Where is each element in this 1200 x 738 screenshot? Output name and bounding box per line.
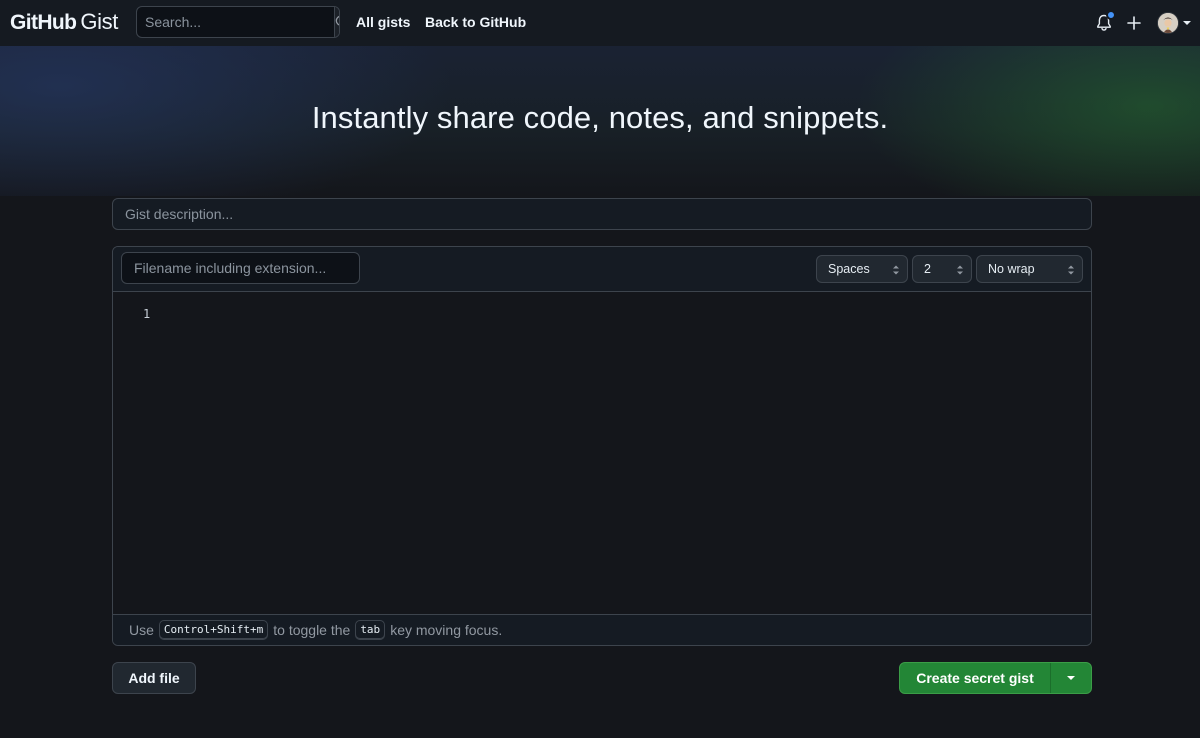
indent-size-select[interactable]: 2 <box>912 255 972 283</box>
tab-kbd: tab <box>355 620 386 640</box>
search-button[interactable] <box>334 7 339 37</box>
file-header: Spaces 2 No wrap <box>113 247 1091 292</box>
chevron-down-icon <box>1183 21 1191 25</box>
select-arrows-icon <box>1068 265 1074 275</box>
logo-gist-text: Gist <box>80 9 118 34</box>
filename-input[interactable] <box>121 252 360 284</box>
file-editor-box: Spaces 2 No wrap 1 Use Control+Shift+m <box>112 246 1092 646</box>
page-title: Instantly share code, notes, and snippet… <box>311 100 889 135</box>
github-gist-logo[interactable]: GitHub Gist <box>10 9 118 37</box>
avatar <box>1157 12 1179 34</box>
hint-prefix: Use <box>129 622 154 638</box>
hero-banner: Instantly share code, notes, and snippet… <box>0 46 1200 196</box>
shortcut-kbd: Control+Shift+m <box>158 620 269 640</box>
avatar-image <box>1158 13 1178 33</box>
wrap-mode-value: No wrap <box>988 262 1035 276</box>
editor-footer-hint: Use Control+Shift+m to toggle the tab ke… <box>113 614 1091 645</box>
gist-description-input[interactable] <box>112 198 1092 230</box>
create-secret-gist-button[interactable]: Create secret gist <box>900 663 1051 693</box>
nav-back-to-github[interactable]: Back to GitHub <box>425 14 526 30</box>
select-arrows-icon <box>957 265 963 275</box>
search-box <box>136 6 340 38</box>
create-gist-button-group: Create secret gist <box>899 662 1092 694</box>
hint-suffix: key moving focus. <box>390 622 503 638</box>
hint-middle: to toggle the <box>273 622 351 638</box>
search-icon <box>335 15 339 26</box>
user-menu-button[interactable] <box>1157 10 1197 36</box>
line-number: 1 <box>143 307 151 321</box>
create-options-dropdown-button[interactable] <box>1051 663 1091 693</box>
chevron-down-icon <box>1067 676 1075 680</box>
search-input[interactable] <box>137 7 334 37</box>
indent-mode-select[interactable]: Spaces <box>816 255 908 283</box>
add-file-button[interactable]: Add file <box>112 662 196 694</box>
plus-icon <box>1127 16 1141 30</box>
logo-github-text: GitHub <box>10 11 77 34</box>
select-arrows-icon <box>893 265 899 275</box>
top-navigation-bar: GitHub Gist All gists Back to GitHub <box>0 0 1200 46</box>
indent-mode-value: Spaces <box>828 262 870 276</box>
create-new-button[interactable] <box>1127 10 1147 36</box>
notification-indicator <box>1106 10 1116 20</box>
indent-size-value: 2 <box>924 262 931 276</box>
wrap-mode-select[interactable]: No wrap <box>976 255 1083 283</box>
code-editor[interactable]: 1 <box>113 292 1091 614</box>
nav-all-gists[interactable]: All gists <box>356 14 410 30</box>
